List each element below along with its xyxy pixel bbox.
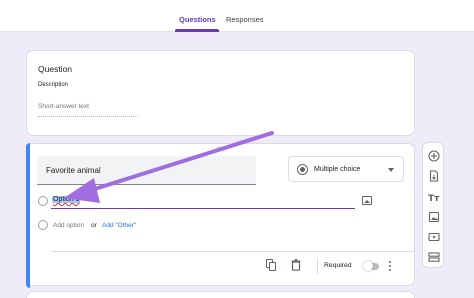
- import-questions-icon[interactable]: [428, 170, 440, 182]
- active-tab-indicator: [175, 29, 219, 32]
- tab-responses[interactable]: Responses: [226, 15, 264, 24]
- question-description: Description: [38, 82, 69, 88]
- add-section-icon[interactable]: [428, 251, 440, 263]
- add-image-icon[interactable]: [362, 196, 372, 205]
- required-toggle[interactable]: [363, 261, 379, 271]
- option-1-input[interactable]: Option 1: [51, 195, 355, 209]
- add-option-link[interactable]: Add option: [53, 222, 84, 229]
- option-1-radio: [38, 196, 48, 206]
- add-option-radio: [38, 220, 48, 230]
- question-type-label: Multiple choice: [314, 166, 361, 173]
- add-other-link[interactable]: Add "Other": [102, 222, 136, 229]
- tab-questions[interactable]: Questions: [179, 15, 216, 24]
- drag-handle-icon[interactable]: ⠿⠿: [216, 146, 228, 154]
- footer-vertical-divider: [317, 258, 318, 274]
- question-type-dropdown[interactable]: Multiple choice: [288, 156, 404, 182]
- next-question-card[interactable]: [26, 291, 415, 298]
- add-question-icon[interactable]: [428, 150, 440, 162]
- duplicate-icon[interactable]: [266, 259, 277, 271]
- or-label: or: [91, 222, 97, 229]
- add-title-icon[interactable]: Tт: [428, 191, 440, 203]
- add-image-icon[interactable]: [428, 211, 440, 223]
- more-vert-icon[interactable]: [386, 260, 394, 272]
- question-title-text: Favorite animal: [46, 166, 101, 175]
- active-card-indicator: [26, 143, 30, 288]
- option-1-text: Option 1: [52, 196, 81, 203]
- svg-text:Tт: Tт: [428, 194, 440, 203]
- required-label: Required: [324, 262, 352, 269]
- question-title-field[interactable]: Favorite animal: [37, 156, 256, 185]
- question-title: Question: [38, 64, 73, 74]
- card-footer-divider: [51, 251, 415, 252]
- top-tab-bar: Questions Responses: [0, 0, 474, 32]
- chevron-down-icon: [388, 168, 394, 172]
- trash-icon[interactable]: [291, 259, 301, 271]
- short-answer-field: Short-answer text: [38, 103, 138, 117]
- add-video-icon[interactable]: [428, 231, 440, 243]
- question-card[interactable]: Question Description Short-answer text: [26, 50, 415, 136]
- active-question-card[interactable]: ⠿⠿ Favorite animal Multiple choice Optio…: [26, 143, 415, 288]
- floating-toolbar: Tт: [422, 142, 444, 268]
- radio-button-icon: [297, 164, 308, 175]
